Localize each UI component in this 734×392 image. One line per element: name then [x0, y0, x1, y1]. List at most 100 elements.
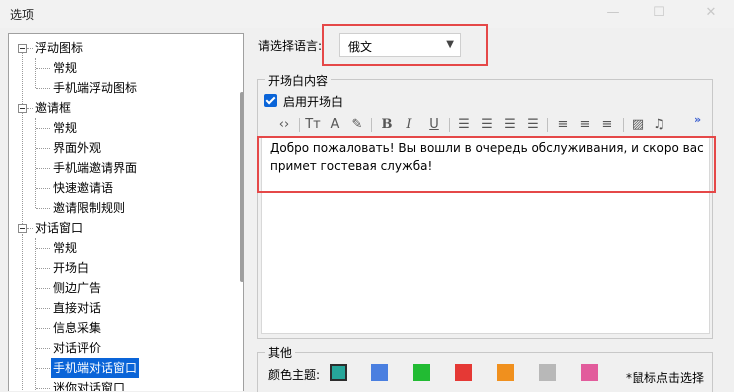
tree-item[interactable]: 侧边广告 — [9, 278, 237, 298]
tree-scrollbar[interactable] — [240, 92, 243, 282]
window-title: 选项 — [10, 8, 35, 22]
minimize-button[interactable]: — — [602, 4, 624, 22]
tree-item[interactable]: 常规 — [9, 118, 237, 138]
align-left-icon[interactable]: ≡ — [555, 115, 571, 135]
tree-item-label: 对话窗口 — [35, 221, 84, 235]
toolbar-separator — [623, 118, 624, 132]
highlight-box — [257, 136, 716, 193]
tree-item-label: 界面外观 — [53, 141, 102, 155]
tree-line — [36, 88, 50, 89]
tree-line — [36, 148, 50, 149]
ordered-list-icon[interactable]: ☰ — [456, 115, 472, 135]
tree-line — [36, 388, 50, 389]
tree-item[interactable]: 手机端邀请界面 — [9, 158, 237, 178]
italic-icon[interactable]: I — [401, 115, 417, 135]
tree-line — [36, 368, 50, 369]
underline-icon[interactable]: U — [426, 115, 442, 135]
tree-item[interactable]: 手机端浮动图标 — [9, 78, 237, 98]
media-icon[interactable]: ♫ — [651, 115, 667, 135]
color-swatch[interactable] — [455, 364, 472, 381]
other-group-title: 其他 — [265, 344, 296, 361]
opening-group-title: 开场白内容 — [265, 72, 332, 89]
tree-item[interactable]: 迷你对话窗口 — [9, 378, 237, 391]
toolbar-separator — [299, 118, 300, 132]
font-color-icon[interactable]: A — [327, 115, 343, 135]
enable-opening-label: 启用开场白 — [283, 95, 344, 109]
close-button[interactable]: ✕ — [700, 4, 722, 22]
align-center-icon[interactable]: ≡ — [577, 115, 593, 135]
language-label: 请选择语言: — [258, 39, 323, 53]
color-swatch[interactable] — [539, 364, 556, 381]
options-tree: 浮动图标 常规 手机端浮动图标 邀请框 常规 界面外观 手机端邀请界面 快速邀请语 邀请限制规则… — [8, 33, 244, 391]
tree-item[interactable]: 对话评价 — [9, 338, 237, 358]
tree-line — [36, 308, 50, 309]
color-swatch[interactable] — [497, 364, 514, 381]
tree-item[interactable]: 界面外观 — [9, 138, 237, 158]
maximize-button[interactable]: ☐ — [648, 4, 670, 22]
tree-item-label: 手机端对话窗口 — [51, 358, 140, 378]
tree-item-label: 迷你对话窗口 — [53, 381, 126, 391]
tree-line — [36, 288, 50, 289]
tree-item[interactable]: 快速邀请语 — [9, 178, 237, 198]
tree-item[interactable]: 常规 — [9, 238, 237, 258]
tree-line — [36, 208, 50, 209]
tree-line — [36, 128, 50, 129]
color-swatch[interactable] — [330, 364, 347, 381]
tree-item-label: 邀请限制规则 — [53, 201, 126, 215]
tree-item-label: 侧边广告 — [53, 281, 102, 295]
tree-item[interactable]: 信息采集 — [9, 318, 237, 338]
tree-line — [36, 248, 50, 249]
tree-line — [36, 328, 50, 329]
tree-item-label: 直接对话 — [53, 301, 102, 315]
tree-item-label: 信息采集 — [53, 321, 102, 335]
tree-item[interactable]: 直接对话 — [9, 298, 237, 318]
tree-item-label: 常规 — [53, 121, 78, 135]
more-icon[interactable]: » — [694, 113, 701, 126]
collapse-toggle-icon[interactable] — [18, 224, 27, 233]
highlight-icon[interactable]: ✎ — [349, 115, 365, 135]
enable-opening-checkbox[interactable] — [264, 94, 277, 107]
tree-item-label: 邀请框 — [35, 101, 72, 115]
outdent-icon[interactable]: ☰ — [502, 115, 518, 135]
tree-line — [36, 268, 50, 269]
collapse-toggle-icon[interactable] — [18, 44, 27, 53]
tree-item[interactable]: 开场白 — [9, 258, 237, 278]
highlight-box — [322, 24, 488, 66]
tree-group[interactable]: 邀请框 — [9, 98, 237, 118]
toolbar-separator — [449, 118, 450, 132]
indent-icon[interactable]: ☰ — [525, 115, 541, 135]
clear-format-icon[interactable]: Tт — [305, 115, 321, 135]
editor-toolbar: ‹› Tт A ✎ B I U ☰ ☰ ☰ ☰ ≡ ≡ ≡ ▨ ♫ — [261, 115, 708, 137]
tree-item-label: 常规 — [53, 241, 78, 255]
unordered-list-icon[interactable]: ☰ — [479, 115, 495, 135]
tree-item-label: 常规 — [53, 61, 78, 75]
tree-item[interactable]: 手机端对话窗口 — [9, 358, 237, 378]
color-theme-label: 颜色主题: — [268, 368, 321, 382]
tree-line — [36, 188, 50, 189]
tree-line — [36, 68, 50, 69]
color-hint: *鼠标点击选择 — [626, 371, 705, 385]
bold-icon[interactable]: B — [379, 115, 395, 135]
tree-group[interactable]: 浮动图标 — [9, 38, 237, 58]
tree-item[interactable]: 邀请限制规则 — [9, 198, 237, 218]
tree-group[interactable]: 对话窗口 — [9, 218, 237, 238]
tree-item[interactable]: 常规 — [9, 58, 237, 78]
toolbar-separator — [547, 118, 548, 132]
toolbar-separator — [371, 118, 372, 132]
image-icon[interactable]: ▨ — [630, 115, 646, 135]
color-swatch[interactable] — [371, 364, 388, 381]
right-scroll-area — [718, 33, 734, 390]
tree-item-label: 手机端浮动图标 — [53, 81, 138, 95]
color-swatch[interactable] — [413, 364, 430, 381]
color-swatch[interactable] — [581, 364, 598, 381]
tree-item-label: 浮动图标 — [35, 41, 84, 55]
tree-line — [36, 168, 50, 169]
tree-item-label: 开场白 — [53, 261, 90, 275]
tree-item-label: 手机端邀请界面 — [53, 161, 138, 175]
tree-item-label: 对话评价 — [53, 341, 102, 355]
tree-line — [36, 348, 50, 349]
tree-item-label: 快速邀请语 — [53, 181, 114, 195]
align-right-icon[interactable]: ≡ — [599, 115, 615, 135]
collapse-toggle-icon[interactable] — [18, 104, 27, 113]
code-view-icon[interactable]: ‹› — [276, 115, 292, 135]
